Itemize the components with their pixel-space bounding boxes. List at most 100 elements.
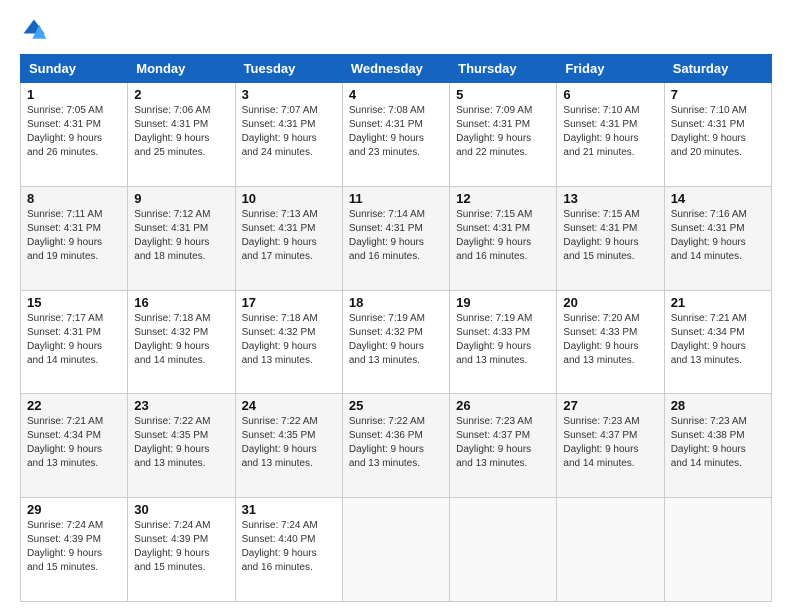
empty-cell [450, 498, 557, 602]
day-number: 6 [563, 87, 657, 102]
day-cell-10: 10 Sunrise: 7:13 AMSunset: 4:31 PMDayligh… [235, 186, 342, 290]
day-info: Sunrise: 7:10 AMSunset: 4:31 PMDaylight:… [671, 105, 747, 158]
week-row-4: 22 Sunrise: 7:21 AMSunset: 4:34 PMDayligh… [21, 394, 772, 498]
day-info: Sunrise: 7:21 AMSunset: 4:34 PMDaylight:… [671, 313, 747, 366]
day-number: 25 [349, 398, 443, 413]
day-info: Sunrise: 7:22 AMSunset: 4:36 PMDaylight:… [349, 416, 425, 469]
weekday-header-friday: Friday [557, 55, 664, 83]
empty-cell [342, 498, 449, 602]
day-info: Sunrise: 7:22 AMSunset: 4:35 PMDaylight:… [242, 416, 318, 469]
day-info: Sunrise: 7:11 AMSunset: 4:31 PMDaylight:… [27, 209, 102, 262]
day-cell-5: 5Sunrise: 7:09 AMSunset: 4:31 PMDaylight… [450, 83, 557, 187]
day-number: 14 [671, 191, 765, 206]
day-cell-8: 8 Sunrise: 7:11 AMSunset: 4:31 PMDaylight… [21, 186, 128, 290]
day-number: 26 [456, 398, 550, 413]
day-info: Sunrise: 7:10 AMSunset: 4:31 PMDaylight:… [563, 105, 639, 158]
day-number: 13 [563, 191, 657, 206]
weekday-header-tuesday: Tuesday [235, 55, 342, 83]
day-cell-28: 28 Sunrise: 7:23 AMSunset: 4:38 PMDayligh… [664, 394, 771, 498]
day-number: 20 [563, 295, 657, 310]
day-number: 27 [563, 398, 657, 413]
day-cell-25: 25 Sunrise: 7:22 AMSunset: 4:36 PMDayligh… [342, 394, 449, 498]
day-info: Sunrise: 7:19 AMSunset: 4:33 PMDaylight:… [456, 313, 532, 366]
day-info: Sunrise: 7:17 AMSunset: 4:31 PMDaylight:… [27, 313, 103, 366]
weekday-header-monday: Monday [128, 55, 235, 83]
week-row-3: 15 Sunrise: 7:17 AMSunset: 4:31 PMDayligh… [21, 290, 772, 394]
day-number: 15 [27, 295, 121, 310]
day-cell-2: 2 Sunrise: 7:06 AMSunset: 4:31 PMDaylight… [128, 83, 235, 187]
week-row-2: 8 Sunrise: 7:11 AMSunset: 4:31 PMDaylight… [21, 186, 772, 290]
week-row-1: 1Sunrise: 7:05 AMSunset: 4:31 PMDaylight… [21, 83, 772, 187]
calendar-table: SundayMondayTuesdayWednesdayThursdayFrid… [20, 54, 772, 602]
day-number: 22 [27, 398, 121, 413]
day-info: Sunrise: 7:06 AMSunset: 4:31 PMDaylight:… [134, 105, 210, 158]
day-cell-14: 14 Sunrise: 7:16 AMSunset: 4:31 PMDayligh… [664, 186, 771, 290]
day-info: Sunrise: 7:23 AMSunset: 4:37 PMDaylight:… [456, 416, 532, 469]
day-cell-27: 27 Sunrise: 7:23 AMSunset: 4:37 PMDayligh… [557, 394, 664, 498]
day-number: 10 [242, 191, 336, 206]
day-number: 1 [27, 87, 121, 102]
day-cell-31: 31Sunrise: 7:24 AMSunset: 4:40 PMDayligh… [235, 498, 342, 602]
weekday-header-row: SundayMondayTuesdayWednesdayThursdayFrid… [21, 55, 772, 83]
day-number: 8 [27, 191, 121, 206]
day-cell-4: 4Sunrise: 7:08 AMSunset: 4:31 PMDaylight… [342, 83, 449, 187]
day-number: 12 [456, 191, 550, 206]
day-cell-1: 1Sunrise: 7:05 AMSunset: 4:31 PMDaylight… [21, 83, 128, 187]
weekday-header-thursday: Thursday [450, 55, 557, 83]
day-info: Sunrise: 7:21 AMSunset: 4:34 PMDaylight:… [27, 416, 103, 469]
day-info: Sunrise: 7:13 AMSunset: 4:31 PMDaylight:… [242, 209, 318, 262]
day-cell-11: 11Sunrise: 7:14 AMSunset: 4:31 PMDayligh… [342, 186, 449, 290]
day-number: 31 [242, 502, 336, 517]
day-number: 9 [134, 191, 228, 206]
day-number: 30 [134, 502, 228, 517]
day-info: Sunrise: 7:23 AMSunset: 4:38 PMDaylight:… [671, 416, 747, 469]
day-number: 21 [671, 295, 765, 310]
day-cell-20: 20 Sunrise: 7:20 AMSunset: 4:33 PMDayligh… [557, 290, 664, 394]
day-cell-13: 13Sunrise: 7:15 AMSunset: 4:31 PMDayligh… [557, 186, 664, 290]
day-cell-30: 30 Sunrise: 7:24 AMSunset: 4:39 PMDayligh… [128, 498, 235, 602]
day-cell-19: 19Sunrise: 7:19 AMSunset: 4:33 PMDayligh… [450, 290, 557, 394]
day-number: 28 [671, 398, 765, 413]
empty-cell [664, 498, 771, 602]
day-number: 23 [134, 398, 228, 413]
day-number: 18 [349, 295, 443, 310]
day-number: 4 [349, 87, 443, 102]
day-cell-26: 26 Sunrise: 7:23 AMSunset: 4:37 PMDayligh… [450, 394, 557, 498]
day-info: Sunrise: 7:20 AMSunset: 4:33 PMDaylight:… [563, 313, 639, 366]
day-info: Sunrise: 7:19 AMSunset: 4:32 PMDaylight:… [349, 313, 425, 366]
day-info: Sunrise: 7:07 AMSunset: 4:31 PMDaylight:… [242, 105, 318, 158]
calendar-page: SundayMondayTuesdayWednesdayThursdayFrid… [0, 0, 792, 612]
day-info: Sunrise: 7:15 AMSunset: 4:31 PMDaylight:… [456, 209, 532, 262]
day-cell-7: 7 Sunrise: 7:10 AMSunset: 4:31 PMDaylight… [664, 83, 771, 187]
day-cell-18: 18 Sunrise: 7:19 AMSunset: 4:32 PMDayligh… [342, 290, 449, 394]
day-number: 17 [242, 295, 336, 310]
weekday-header-sunday: Sunday [21, 55, 128, 83]
weekday-header-wednesday: Wednesday [342, 55, 449, 83]
day-cell-22: 22 Sunrise: 7:21 AMSunset: 4:34 PMDayligh… [21, 394, 128, 498]
day-info: Sunrise: 7:23 AMSunset: 4:37 PMDaylight:… [563, 416, 639, 469]
day-cell-12: 12 Sunrise: 7:15 AMSunset: 4:31 PMDayligh… [450, 186, 557, 290]
day-number: 24 [242, 398, 336, 413]
day-number: 3 [242, 87, 336, 102]
day-info: Sunrise: 7:22 AMSunset: 4:35 PMDaylight:… [134, 416, 210, 469]
day-info: Sunrise: 7:16 AMSunset: 4:31 PMDaylight:… [671, 209, 747, 262]
logo-icon [20, 16, 48, 44]
logo [20, 16, 52, 44]
day-number: 29 [27, 502, 121, 517]
day-info: Sunrise: 7:24 AMSunset: 4:39 PMDaylight:… [27, 520, 103, 573]
day-info: Sunrise: 7:18 AMSunset: 4:32 PMDaylight:… [134, 313, 210, 366]
day-info: Sunrise: 7:24 AMSunset: 4:39 PMDaylight:… [134, 520, 210, 573]
day-number: 2 [134, 87, 228, 102]
day-cell-24: 24 Sunrise: 7:22 AMSunset: 4:35 PMDayligh… [235, 394, 342, 498]
day-cell-17: 17 Sunrise: 7:18 AMSunset: 4:32 PMDayligh… [235, 290, 342, 394]
day-number: 7 [671, 87, 765, 102]
day-info: Sunrise: 7:18 AMSunset: 4:32 PMDaylight:… [242, 313, 318, 366]
day-cell-21: 21 Sunrise: 7:21 AMSunset: 4:34 PMDayligh… [664, 290, 771, 394]
day-cell-3: 3 Sunrise: 7:07 AMSunset: 4:31 PMDaylight… [235, 83, 342, 187]
week-row-5: 29 Sunrise: 7:24 AMSunset: 4:39 PMDayligh… [21, 498, 772, 602]
day-cell-23: 23 Sunrise: 7:22 AMSunset: 4:35 PMDayligh… [128, 394, 235, 498]
empty-cell [557, 498, 664, 602]
header [20, 16, 772, 44]
day-cell-16: 16Sunrise: 7:18 AMSunset: 4:32 PMDayligh… [128, 290, 235, 394]
day-cell-9: 9Sunrise: 7:12 AMSunset: 4:31 PMDaylight… [128, 186, 235, 290]
